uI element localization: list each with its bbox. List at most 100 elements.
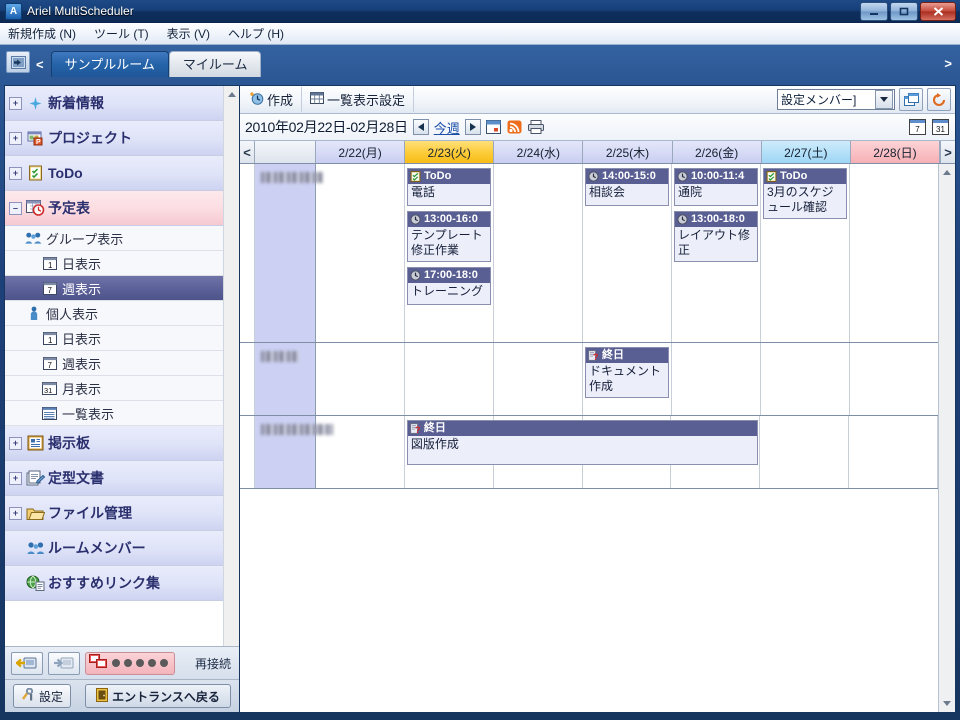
day-cell-2-0[interactable] [316,416,405,488]
close-button[interactable] [920,2,956,21]
settings-button[interactable]: 設定 [13,684,72,708]
event-block[interactable]: 13:00-18:0 レイアウト修正 [674,211,758,262]
event-block[interactable]: 14:00-15:0 相談会 [585,168,669,206]
event-block[interactable]: 13:00-16:0 テンプレート修正作業 [407,211,491,262]
list-display-settings-button[interactable]: 一覧表示設定 [302,87,415,112]
sidebar-item-3[interactable]: – 予定表 [5,191,223,226]
calendar-scroll-down-icon[interactable] [939,696,955,711]
week-next-arrow[interactable]: > [939,141,955,163]
day-cell-0-1[interactable]: ToDo 電話 13:00-16:0 テンプレート修正作業 17:00-18:0 トレーニ… [405,164,494,342]
member-name-cell[interactable] [255,416,333,488]
connection-status[interactable] [85,651,175,675]
calendar-scroll-up-icon[interactable] [939,165,955,180]
menu-item-help[interactable]: ヘルプ (H) [226,24,286,43]
event-block[interactable]: ? 終日 ドキュメント作成 [585,347,669,398]
day-header-4[interactable]: 2/26(金) [672,141,762,163]
member-select[interactable]: 設定メンバー] [777,89,895,110]
sidebar-expander-3[interactable]: – [9,201,22,215]
event-block[interactable]: ToDo 3月のスケジュール確認 [763,168,847,219]
week-view-button[interactable]: 7 [909,119,926,135]
week-prev-arrow[interactable]: < [240,141,255,163]
next-triangle-icon[interactable] [464,119,481,135]
sidebar-expander-12[interactable]: + [9,436,22,450]
sidebar-subitem-9[interactable]: 7 週表示 [5,351,223,376]
member-name-cell[interactable] [255,343,316,415]
day-cell-1-1[interactable] [405,343,494,415]
sidebar-expander-2[interactable]: + [9,166,22,180]
rss-icon[interactable] [507,119,523,135]
day-cell-1-0[interactable] [316,343,405,415]
day-header-0[interactable]: 2/22(月) [316,141,406,163]
sidebar-item-2[interactable]: + ToDo [5,156,223,191]
sidebar-expander-0[interactable]: + [9,96,22,110]
sidebar-subitem-6[interactable]: 7 週表示 [5,276,223,301]
sidebar-expander-13[interactable]: + [9,471,22,485]
calendar-picker-icon[interactable] [486,119,502,135]
allday-span-event[interactable]: ? 終日 図版作成 [406,420,759,465]
tab-scroll-left[interactable]: < [36,57,44,72]
maximize-button[interactable] [890,2,918,21]
event-block[interactable]: 10:00-11:4 通院 [674,168,758,206]
tab-scroll-right[interactable]: > [944,56,952,71]
day-cell-0-4[interactable]: 10:00-11:4 通院 13:00-18:0 レイアウト修正 [672,164,761,342]
sidebar-scroll-up-icon[interactable] [224,87,239,101]
sidebar-item-12[interactable]: + 掲示板 [5,426,223,461]
tab-sample-room[interactable]: サンプルルーム [50,51,169,77]
sidebar-subitem-7[interactable]: 個人表示 [5,301,223,326]
refresh-icon[interactable] [927,88,951,111]
month-view-button[interactable]: 31 [932,119,949,135]
day-header-2[interactable]: 2/24(水) [494,141,584,163]
sidebar-item-16[interactable]: おすすめリンク集 [5,566,223,601]
next-arrow-screen-icon[interactable] [48,651,80,675]
menu-item-view[interactable]: 表示 (V) [165,24,212,43]
reconnect-label[interactable]: 再接続 [195,655,233,672]
calendar-scrollbar[interactable] [938,164,955,712]
sidebar-scrollbar[interactable] [223,86,239,646]
event-block[interactable]: ToDo 電話 [407,168,491,206]
day-cell-1-5[interactable] [761,343,850,415]
sidebar-subitem-4[interactable]: グループ表示 [5,226,223,251]
sidebar-item-13[interactable]: + 定型文書 [5,461,223,496]
tab-my-room[interactable]: マイルーム [168,51,262,77]
application-window: A Ariel MultiScheduler 新規作成 (N) ツール (T) … [0,0,960,720]
day-header-6[interactable]: 2/28(日) [850,141,940,163]
day-header-5[interactable]: 2/27(土) [761,141,851,163]
menu-item-tools[interactable]: ツール (T) [92,24,151,43]
day-header-1[interactable]: 2/23(火) [405,141,495,163]
sidebar-item-1[interactable]: + P プロジェクト [5,121,223,156]
day-cell-2-5[interactable] [760,416,850,488]
day-cell-1-6[interactable] [850,343,938,415]
day-cell-2-6[interactable] [849,416,938,488]
sidebar-expander-14[interactable]: + [9,506,22,520]
day-cell-0-5[interactable]: ToDo 3月のスケジュール確認 [761,164,850,342]
prev-triangle-icon[interactable] [412,119,429,135]
day-cell-1-4[interactable] [672,343,761,415]
room-switch-icon[interactable] [6,51,30,73]
prev-arrow-screen-icon[interactable] [11,651,43,675]
day-header-3[interactable]: 2/25(木) [583,141,673,163]
new-window-icon[interactable] [899,88,923,111]
sidebar-item-0[interactable]: + 新着情報 [5,86,223,121]
sidebar-subitem-11[interactable]: 一覧表示 [5,401,223,426]
chevron-down-icon[interactable] [875,90,893,109]
day-cell-1-3[interactable]: ? 終日 ドキュメント作成 [583,343,672,415]
day-cell-0-0[interactable] [316,164,405,342]
day-cell-1-2[interactable] [494,343,583,415]
sidebar-item-14[interactable]: + ファイル管理 [5,496,223,531]
sidebar-subitem-10[interactable]: 31 月表示 [5,376,223,401]
this-week-link[interactable]: 今週 [434,118,460,137]
day-cell-0-6[interactable] [850,164,938,342]
minimize-button[interactable] [860,2,888,21]
entrance-button[interactable]: エントランスへ戻る [85,684,231,708]
create-button[interactable]: 作成 [242,87,303,112]
member-name-cell[interactable] [255,164,323,342]
printer-icon[interactable] [527,119,544,135]
sidebar-item-15[interactable]: ルームメンバー [5,531,223,566]
sidebar-subitem-8[interactable]: 1 日表示 [5,326,223,351]
menu-item-new[interactable]: 新規作成 (N) [6,24,78,43]
sidebar-expander-1[interactable]: + [9,131,22,145]
day-cell-0-3[interactable]: 14:00-15:0 相談会 [583,164,672,342]
event-block[interactable]: 17:00-18:0 トレーニング [407,267,491,305]
day-cell-0-2[interactable] [494,164,583,342]
sidebar-subitem-5[interactable]: 1 日表示 [5,251,223,276]
